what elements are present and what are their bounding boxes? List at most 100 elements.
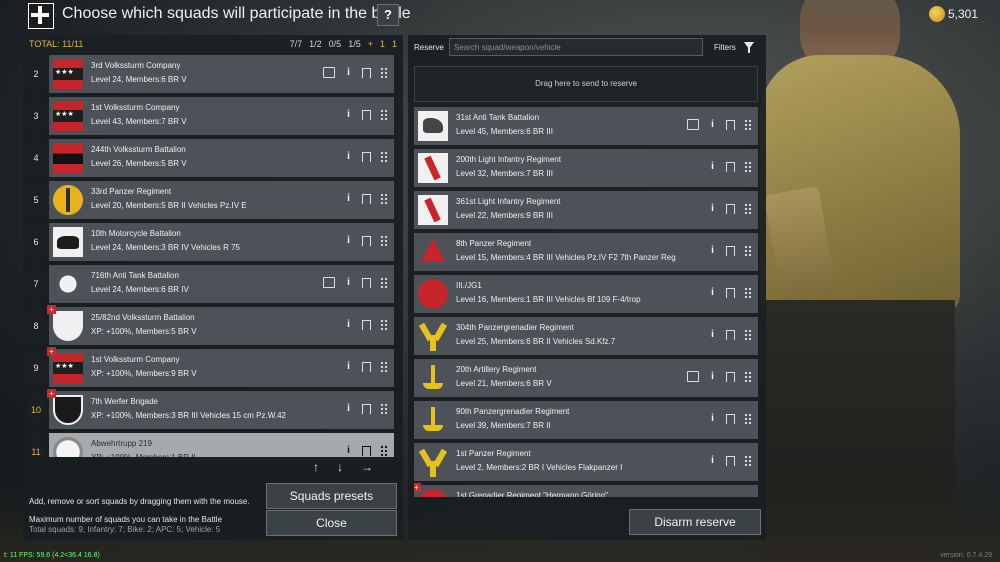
drag-handle-icon[interactable] (380, 67, 388, 78)
drag-handle-icon[interactable] (744, 329, 752, 340)
squad-row[interactable]: 8 +25/82nd Volkssturm Battalion XP: +100%,… (27, 305, 395, 345)
reserve-squad-card[interactable]: 200th Light Infantry Regiment Level 32, M… (414, 149, 758, 187)
filter-icon[interactable] (744, 42, 754, 53)
drag-handle-icon[interactable] (744, 413, 752, 424)
drag-handle-icon[interactable] (380, 193, 388, 204)
info-icon[interactable]: i (344, 109, 353, 120)
info-icon[interactable]: i (708, 203, 717, 214)
bookmark-icon[interactable] (726, 203, 735, 214)
info-icon[interactable]: i (344, 151, 353, 162)
bookmark-icon[interactable] (362, 151, 371, 162)
reserve-drop-zone[interactable]: Drag here to send to reserve (414, 66, 758, 102)
bookmark-icon[interactable] (362, 277, 371, 288)
info-icon[interactable]: i (708, 455, 717, 466)
selected-squad-list[interactable]: 2 3rd Volkssturm Company Level 24, Members… (27, 55, 399, 457)
squad-row[interactable]: 3 1st Volkssturm Company Level 43, Members… (27, 97, 395, 135)
squad-card[interactable]: 716th Anti Tank Battalion Level 24, Membe… (49, 265, 394, 303)
close-button[interactable]: Close (266, 510, 397, 536)
help-button[interactable]: ? (377, 4, 399, 26)
squad-row[interactable]: 6 10th Motorcycle Battalion Level 24, Memb… (27, 223, 395, 261)
bookmark-icon[interactable] (726, 371, 735, 382)
drag-handle-icon[interactable] (744, 245, 752, 256)
squad-card[interactable]: +7th Werfer Brigade XP: +100%, Members:3 … (47, 389, 394, 429)
squad-card[interactable]: Abwehrtrupp 219 XP: +100%, Members:1 BR I… (49, 433, 394, 457)
drag-handle-icon[interactable] (380, 403, 388, 414)
reserve-squad-card[interactable]: +1st Grenadier Regiment "Hermann Göring"… (414, 483, 758, 497)
info-icon[interactable]: i (344, 277, 353, 288)
perks-book-icon[interactable] (687, 119, 699, 130)
drag-handle-icon[interactable] (380, 319, 388, 330)
move-down-button[interactable]: ↓ (337, 460, 343, 474)
bookmark-icon[interactable] (362, 403, 371, 414)
squad-row[interactable]: 2 3rd Volkssturm Company Level 24, Members… (27, 55, 395, 93)
move-right-button[interactable]: → (361, 460, 373, 474)
squads-presets-button[interactable]: Squads presets (266, 483, 397, 509)
bookmark-icon[interactable] (726, 161, 735, 172)
bookmark-icon[interactable] (726, 329, 735, 340)
info-icon[interactable]: i (708, 161, 717, 172)
info-icon[interactable]: i (344, 403, 353, 414)
bookmark-icon[interactable] (726, 455, 735, 466)
perks-book-icon[interactable] (323, 67, 335, 78)
info-icon[interactable]: i (344, 67, 353, 78)
drag-handle-icon[interactable] (744, 161, 752, 172)
bookmark-icon[interactable] (362, 445, 371, 456)
bookmark-icon[interactable] (362, 319, 371, 330)
drag-handle-icon[interactable] (744, 287, 752, 298)
info-icon[interactable]: i (708, 119, 717, 130)
reserve-squad-card[interactable]: 361st Light Infantry Regiment Level 22, M… (414, 191, 758, 229)
bookmark-icon[interactable] (726, 119, 735, 130)
squad-row[interactable]: 5 33rd Panzer Regiment Level 20, Members:5… (27, 181, 395, 219)
bookmark-icon[interactable] (362, 109, 371, 120)
reserve-squad-card[interactable]: 90th Panzergrenadier Regiment Level 39, M… (414, 401, 758, 439)
drag-handle-icon[interactable] (380, 235, 388, 246)
info-icon[interactable]: i (344, 319, 353, 330)
squad-card[interactable]: 10th Motorcycle Battalion Level 24, Membe… (49, 223, 394, 261)
drag-handle-icon[interactable] (380, 445, 388, 456)
perks-book-icon[interactable] (323, 277, 335, 288)
search-input[interactable] (449, 38, 703, 56)
bookmark-icon[interactable] (362, 193, 371, 204)
move-up-button[interactable]: ↑ (313, 460, 319, 474)
drag-handle-icon[interactable] (744, 203, 752, 214)
info-icon[interactable]: i (708, 245, 717, 256)
reserve-squad-card[interactable]: 31st Anti Tank Battalion Level 45, Member… (414, 107, 758, 145)
drag-handle-icon[interactable] (744, 455, 752, 466)
filters-button[interactable]: Filters (714, 43, 736, 52)
perks-book-icon[interactable] (687, 371, 699, 382)
drag-handle-icon[interactable] (380, 151, 388, 162)
squad-card[interactable]: 244th Volkssturm Battalion Level 26, Memb… (49, 139, 394, 177)
info-icon[interactable]: i (708, 371, 717, 382)
reserve-squad-card[interactable]: 20th Artillery Regiment Level 21, Members… (414, 359, 758, 397)
bookmark-icon[interactable] (726, 245, 735, 256)
reserve-squad-card[interactable]: 8th Panzer Regiment Level 15, Members:4 B… (414, 233, 758, 271)
bookmark-icon[interactable] (362, 361, 371, 372)
squad-card[interactable]: 1st Volkssturm Company Level 43, Members:… (49, 97, 394, 135)
disarm-reserve-button[interactable]: Disarm reserve (629, 509, 761, 535)
squad-row[interactable]: 10 +7th Werfer Brigade XP: +100%, Members:… (27, 389, 395, 429)
drag-handle-icon[interactable] (380, 361, 388, 372)
reserve-squad-list[interactable]: 31st Anti Tank Battalion Level 45, Member… (414, 107, 760, 497)
squad-row[interactable]: 9+1st Volkssturm Company XP: +100%, Membe… (27, 347, 395, 387)
reserve-squad-card[interactable]: 304th Panzergrenadier Regiment Level 25, … (414, 317, 758, 355)
squad-card[interactable]: 3rd Volkssturm Company Level 24, Members:… (49, 55, 394, 93)
info-icon[interactable]: i (344, 445, 353, 456)
squad-row[interactable]: 4 244th Volkssturm Battalion Level 26, Mem… (27, 139, 395, 177)
drag-handle-icon[interactable] (744, 371, 752, 382)
reserve-squad-card[interactable]: III./JG1 Level 16, Members:1 BR III Vehic… (414, 275, 758, 313)
info-icon[interactable]: i (344, 361, 353, 372)
info-icon[interactable]: i (344, 235, 353, 246)
drag-handle-icon[interactable] (744, 119, 752, 130)
reserve-squad-card[interactable]: 1st Panzer Regiment Level 2, Members:2 BR… (414, 443, 758, 481)
drag-handle-icon[interactable] (380, 109, 388, 120)
info-icon[interactable]: i (708, 329, 717, 340)
squad-card[interactable]: 33rd Panzer Regiment Level 20, Members:5 … (49, 181, 394, 219)
info-icon[interactable]: i (344, 193, 353, 204)
squad-card[interactable]: +25/82nd Volkssturm Battalion XP: +100%, … (47, 305, 394, 345)
info-icon[interactable]: i (708, 287, 717, 298)
bookmark-icon[interactable] (362, 235, 371, 246)
bookmark-icon[interactable] (362, 67, 371, 78)
squad-row[interactable]: 11 Abwehrtrupp 219 XP: +100%, Members:1 BR… (27, 433, 395, 457)
squad-card[interactable]: +1st Volkssturm Company XP: +100%, Member… (47, 347, 394, 387)
info-icon[interactable]: i (708, 413, 717, 424)
